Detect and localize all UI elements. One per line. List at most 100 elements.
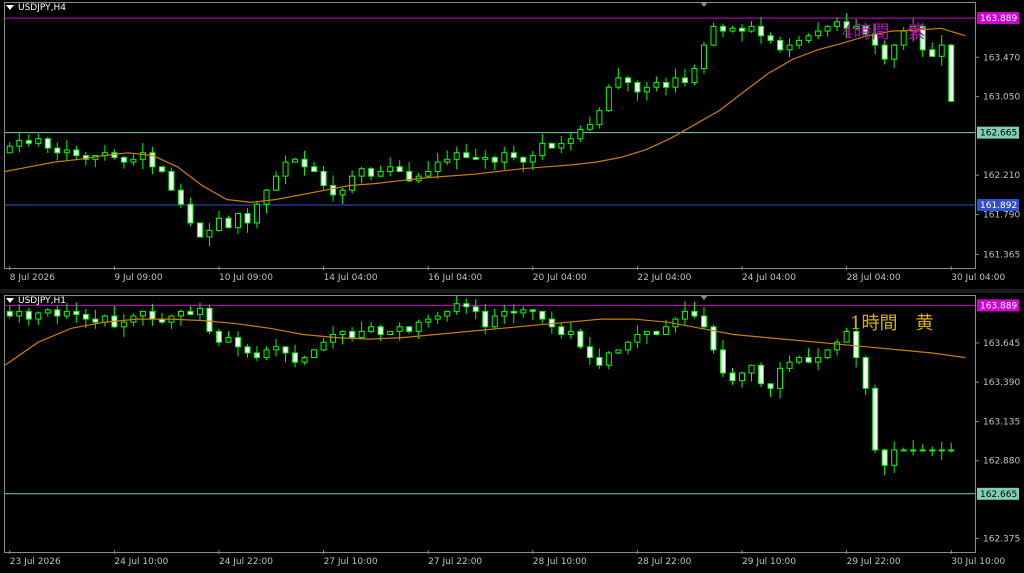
candle-body xyxy=(872,387,879,451)
candle-body xyxy=(796,39,803,46)
candle-body xyxy=(491,315,498,328)
x-tick-label: 30 Jul 04:00 xyxy=(951,273,1005,283)
candle-body xyxy=(777,39,784,51)
candle-body xyxy=(739,372,746,382)
candle-body xyxy=(482,156,489,160)
candle-body xyxy=(292,352,299,363)
candle-body xyxy=(425,170,432,177)
x-tick-label: 27 Jul 10:00 xyxy=(324,557,378,567)
x-tick-label: 8 Jul 2026 xyxy=(10,273,55,283)
candle-body xyxy=(577,128,584,140)
candle-body xyxy=(396,166,403,172)
candle-body xyxy=(624,341,631,351)
y-tick-label: 161.790 xyxy=(983,211,1020,221)
candle-body xyxy=(377,170,384,177)
candle-body xyxy=(377,326,384,335)
candle-body xyxy=(225,217,232,229)
candle-body xyxy=(130,158,137,163)
y-tick-label: 161.365 xyxy=(983,250,1020,260)
candle-body xyxy=(311,166,318,172)
candle-body xyxy=(929,449,936,452)
candle-body xyxy=(387,330,394,335)
candle-body xyxy=(139,310,146,317)
candle-body xyxy=(596,110,603,126)
candle-body xyxy=(796,357,803,363)
candle-body xyxy=(44,309,51,314)
dropdown-triangle-icon[interactable] xyxy=(6,298,14,303)
candle-body xyxy=(301,158,308,168)
candle-body xyxy=(786,361,793,369)
candle-body xyxy=(691,310,698,317)
candle-body xyxy=(63,310,70,317)
candle-body xyxy=(6,310,13,317)
candle-body xyxy=(748,364,755,374)
candle-body xyxy=(187,203,194,224)
h1-chart-pane: 163.645 163.390 163.135 162.880 162.375 163.8… xyxy=(0,293,1024,573)
candle-body xyxy=(710,25,717,46)
dropdown-triangle-icon[interactable] xyxy=(6,5,14,10)
candle-body xyxy=(35,312,42,320)
candle-body xyxy=(472,156,479,160)
h1-chart-svg: 163.645 163.390 163.135 162.880 162.375 163.8… xyxy=(4,295,1020,567)
candle-body xyxy=(368,326,375,332)
candle-body xyxy=(719,349,726,374)
x-tick-label: 28 Jul 22:00 xyxy=(637,557,691,567)
candle-body xyxy=(177,189,184,205)
candle-body xyxy=(330,185,337,196)
candle-body xyxy=(444,158,451,163)
y-tick-label: 163.135 xyxy=(983,417,1020,427)
candle-body xyxy=(719,25,726,32)
candle-body xyxy=(919,449,926,452)
candle-body xyxy=(824,25,831,32)
candle-body xyxy=(472,306,479,312)
candle-body xyxy=(54,309,61,317)
candle-body xyxy=(567,330,574,335)
candle-body xyxy=(206,229,213,238)
candle-body xyxy=(254,352,261,359)
candle-body xyxy=(282,161,289,177)
price-badge-label: 161.892 xyxy=(980,201,1017,211)
candle-body xyxy=(700,315,707,328)
moving-average-line xyxy=(4,27,966,204)
candle-body xyxy=(681,310,688,320)
shift-marker-icon xyxy=(700,295,708,300)
candle-body xyxy=(691,68,698,84)
candle-body xyxy=(948,44,955,102)
candle-body xyxy=(558,326,565,335)
x-tick-label: 29 Jul 10:00 xyxy=(742,557,796,567)
candle-body xyxy=(529,309,536,312)
price-badge-label: 162.665 xyxy=(980,490,1017,500)
y-tick-label: 163.390 xyxy=(983,378,1020,388)
candle-body xyxy=(739,27,746,32)
candle-body xyxy=(662,82,669,88)
candle-body xyxy=(529,155,536,163)
candle-body xyxy=(101,315,108,323)
candle-body xyxy=(234,213,241,229)
candle-body xyxy=(396,326,403,332)
candle-body xyxy=(681,77,688,84)
candle-body xyxy=(634,333,641,343)
candle-body xyxy=(520,156,527,163)
candle-body xyxy=(35,138,42,144)
h1-title-text: USDJPY,H1 xyxy=(18,296,66,306)
candle-body xyxy=(643,330,650,335)
candle-body xyxy=(444,310,451,317)
candle-body xyxy=(234,337,241,348)
candle-body xyxy=(196,307,203,315)
candle-body xyxy=(653,82,660,88)
candle-body xyxy=(891,44,898,60)
candle-body xyxy=(605,86,612,112)
candle-body xyxy=(282,346,289,354)
candle-body xyxy=(349,175,356,191)
price-badge-label: 162.665 xyxy=(980,129,1017,139)
candle-body xyxy=(891,449,898,466)
candle-body xyxy=(758,25,765,37)
x-tick-label: 14 Jul 04:00 xyxy=(324,273,378,283)
candle-body xyxy=(463,303,470,308)
y-tick-label: 163.645 xyxy=(983,339,1020,349)
candle-body xyxy=(501,152,508,163)
candle-body xyxy=(777,367,784,389)
candle-body xyxy=(586,124,593,130)
candle-body xyxy=(120,156,127,163)
candle-body xyxy=(700,44,707,70)
